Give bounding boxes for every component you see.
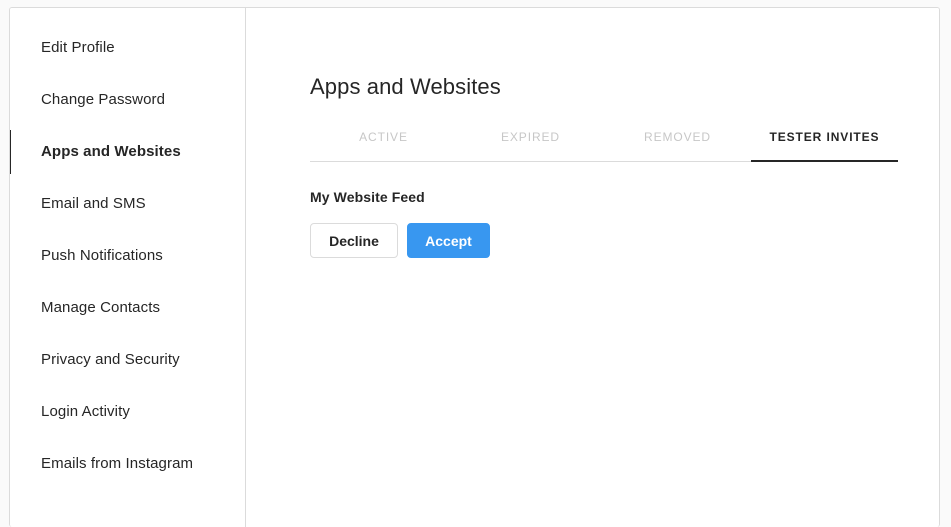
decline-button[interactable]: Decline xyxy=(310,223,398,258)
tab-tester-invites[interactable]: TESTER INVITES xyxy=(751,128,898,162)
sidebar-item-manage-contacts[interactable]: Manage Contacts xyxy=(10,282,245,334)
sidebar-item-login-activity[interactable]: Login Activity xyxy=(10,386,245,438)
tab-removed[interactable]: REMOVED xyxy=(604,128,751,162)
sidebar-item-apps-and-websites[interactable]: Apps and Websites xyxy=(10,126,245,178)
sidebar-item-label: Manage Contacts xyxy=(41,299,161,316)
sidebar-item-label: Login Activity xyxy=(41,403,130,420)
sidebar-item-label: Email and SMS xyxy=(41,195,146,212)
tab-label: EXPIRED xyxy=(501,130,560,144)
tab-active[interactable]: ACTIVE xyxy=(310,128,457,162)
settings-card: Edit Profile Change Password Apps and We… xyxy=(9,7,940,527)
sidebar-item-label: Apps and Websites xyxy=(41,143,181,160)
tab-bar: ACTIVE EXPIRED REMOVED TESTER INVITES xyxy=(310,128,898,162)
sidebar-item-change-password[interactable]: Change Password xyxy=(10,74,245,126)
settings-main-panel: Apps and Websites ACTIVE EXPIRED REMOVED… xyxy=(246,8,939,527)
sidebar-item-label: Push Notifications xyxy=(41,247,163,264)
sidebar-item-edit-profile[interactable]: Edit Profile xyxy=(10,22,245,74)
sidebar-item-privacy-and-security[interactable]: Privacy and Security xyxy=(10,334,245,386)
accept-button[interactable]: Accept xyxy=(407,223,490,258)
sidebar-item-label: Change Password xyxy=(41,91,166,108)
tab-label: REMOVED xyxy=(644,130,711,144)
sidebar-item-push-notifications[interactable]: Push Notifications xyxy=(10,230,245,282)
tab-expired[interactable]: EXPIRED xyxy=(457,128,604,162)
sidebar-item-label: Edit Profile xyxy=(41,39,115,56)
sidebar-item-emails-from-instagram[interactable]: Emails from Instagram xyxy=(10,438,245,490)
sidebar-item-label: Emails from Instagram xyxy=(41,455,194,472)
page-title: Apps and Websites xyxy=(310,74,501,99)
list-item: My Website Feed Decline Accept xyxy=(310,188,899,258)
settings-sidebar: Edit Profile Change Password Apps and We… xyxy=(10,8,246,527)
invite-action-group: Decline Accept xyxy=(310,223,899,258)
tester-invite-list: My Website Feed Decline Accept xyxy=(310,188,899,258)
tab-label: ACTIVE xyxy=(359,130,408,144)
sidebar-item-label: Privacy and Security xyxy=(41,351,180,368)
sidebar-item-email-and-sms[interactable]: Email and SMS xyxy=(10,178,245,230)
tab-label: TESTER INVITES xyxy=(769,130,880,144)
invite-app-name: My Website Feed xyxy=(310,189,425,205)
